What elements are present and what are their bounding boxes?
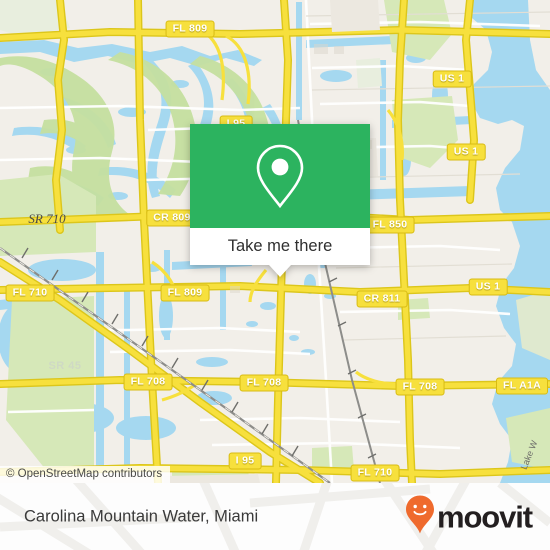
take-me-there-label: Take me there — [227, 237, 333, 255]
road-shield-label: US 1 — [446, 143, 486, 161]
road-shield-label: FL 708 — [239, 374, 289, 392]
area-text-label: SR 45 — [48, 360, 82, 372]
moovit-logo[interactable]: moovit — [405, 494, 533, 539]
location-popup-card[interactable]: Take me there — [190, 124, 370, 277]
place-name-title: Carolina Mountain Water, Miami — [24, 507, 259, 525]
road-shield-label: FL 850 — [365, 216, 415, 234]
road-shield-label: FL 710 — [5, 284, 55, 302]
road-shield-label: FL 710 — [350, 464, 400, 482]
bottom-info-bar: Carolina Mountain Water, Miami moovit — [0, 483, 550, 550]
popup-pointer — [269, 265, 291, 277]
road-shield-label: FL 809 — [165, 20, 215, 38]
road-shield-label: CR 811 — [356, 290, 408, 308]
road-shield-label: FL 708 — [395, 378, 445, 396]
popup-header — [190, 124, 370, 228]
road-shield-label: FL 809 — [160, 284, 210, 302]
map-screenshot: FL 809US 1US 1I 95CR 809FL 850FL 710FL 8… — [0, 0, 550, 550]
road-shield-label: US 1 — [468, 278, 508, 296]
map-pin-icon — [254, 143, 306, 209]
road-shield-label: FL A1A — [496, 377, 548, 395]
route-text-label: SR 710 — [28, 211, 66, 226]
moovit-wordmark: moovit — [436, 499, 533, 534]
moovit-smiley-pin-icon — [405, 494, 435, 539]
osm-attribution[interactable]: © OpenStreetMap contributors — [0, 466, 171, 483]
road-shield-label: I 95 — [228, 452, 262, 470]
road-shield-label: FL 708 — [123, 373, 173, 391]
road-shield-label: US 1 — [432, 70, 472, 88]
take-me-there-button[interactable]: Take me there — [190, 228, 370, 265]
